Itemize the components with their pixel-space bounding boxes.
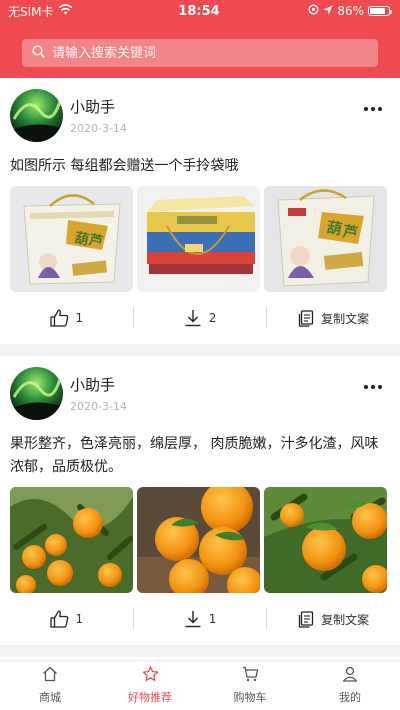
tab-mall[interactable]: 商城 [0, 661, 100, 710]
thumbs-up-icon [49, 309, 69, 327]
post-photo[interactable] [264, 487, 387, 593]
copy-text-label: 复制文案 [321, 612, 370, 627]
post-date: 2020-3-14 [70, 122, 127, 135]
location-arrow-icon [323, 4, 333, 18]
battery-percent: 86% [337, 4, 364, 18]
home-icon [42, 666, 58, 685]
author-name[interactable]: 小助手 [70, 374, 127, 395]
like-button[interactable]: 1 [0, 307, 133, 329]
post-card: 小助手 2020-3-14 如图所示 每组都会赠送一个手拎袋哦 葫 芦 葫 芦 … [0, 78, 400, 344]
post-author-row: 小助手 2020-3-14 [10, 366, 390, 421]
download-count: 2 [208, 311, 217, 325]
avatar[interactable] [10, 367, 63, 420]
avatar[interactable] [10, 89, 63, 142]
tab-label: 好物推荐 [128, 691, 172, 704]
post-photo[interactable]: 葫 芦 [10, 186, 133, 292]
post-photo[interactable]: 葫 芦 [264, 186, 387, 292]
svg-text:葫: 葫 [325, 218, 343, 238]
post-actions: 1 2 复制文案 [0, 292, 400, 344]
tab-label: 购物车 [233, 691, 267, 704]
app-header: 无SIM卡 18:54 86% [0, 0, 400, 78]
post-photo[interactable] [137, 186, 260, 292]
feed-list[interactable]: 小助手 2020-3-14 如图所示 每组都会赠送一个手拎袋哦 葫 芦 葫 芦 … [0, 78, 400, 660]
download-button[interactable]: 2 [132, 307, 267, 329]
tab-recommend[interactable]: 好物推荐 [100, 661, 200, 710]
tab-cart[interactable]: 购物车 [200, 661, 300, 710]
download-count: 1 [208, 612, 217, 626]
post-photos [10, 487, 390, 593]
copy-text-label: 复制文案 [321, 311, 370, 326]
like-count: 1 [75, 612, 84, 626]
download-icon [184, 309, 202, 327]
like-count: 1 [75, 311, 84, 325]
post-text: 果形整齐，色泽亮丽，绵层厚， 肉质脆嫩，汁多化渣，风味浓郁，品质极优。 [10, 436, 379, 475]
status-bar: 无SIM卡 18:54 86% [0, 0, 400, 22]
star-icon [142, 666, 159, 685]
post-photo[interactable] [10, 487, 133, 593]
copy-document-icon [298, 309, 314, 327]
tab-label: 我的 [339, 691, 361, 704]
post-text: 如图所示 每组都会赠送一个手拎袋哦 [10, 158, 239, 174]
search-icon [32, 44, 45, 62]
copy-text-button[interactable]: 复制文案 [266, 608, 400, 630]
user-icon [342, 666, 358, 685]
search-bar[interactable] [22, 39, 378, 67]
more-options-icon[interactable] [362, 103, 384, 115]
copy-document-icon [298, 610, 314, 628]
post-actions: 1 1 复制文案 [0, 593, 400, 645]
tab-profile[interactable]: 我的 [300, 661, 400, 710]
svg-text:芦: 芦 [341, 222, 359, 242]
post-photos: 葫 芦 葫 芦 [10, 186, 390, 292]
carrier-label: 无SIM卡 [8, 4, 54, 19]
bottom-tab-bar: 商城 好物推荐 购物车 我的 [0, 660, 400, 710]
more-options-icon[interactable] [362, 381, 384, 393]
shopping-cart-icon [242, 666, 259, 685]
post-author-row: 小助手 2020-3-14 [10, 88, 390, 143]
copy-text-button[interactable]: 复制文案 [266, 307, 400, 329]
tab-label: 商城 [39, 691, 61, 704]
like-button[interactable]: 1 [0, 608, 133, 630]
thumbs-up-icon [49, 610, 69, 628]
post-card: 小助手 2020-3-14 果形整齐，色泽亮丽，绵层厚， 肉质脆嫩，汁多化渣，风… [0, 356, 400, 645]
wifi-icon [58, 4, 73, 18]
download-icon [184, 610, 202, 628]
download-button[interactable]: 1 [132, 608, 267, 630]
post-date: 2020-3-14 [70, 400, 127, 413]
post-photo[interactable] [137, 487, 260, 593]
location-lock-icon [308, 4, 319, 18]
search-input[interactable] [52, 45, 352, 61]
author-name[interactable]: 小助手 [70, 96, 127, 117]
status-time: 18:54 [178, 3, 220, 19]
battery-icon [367, 6, 392, 16]
